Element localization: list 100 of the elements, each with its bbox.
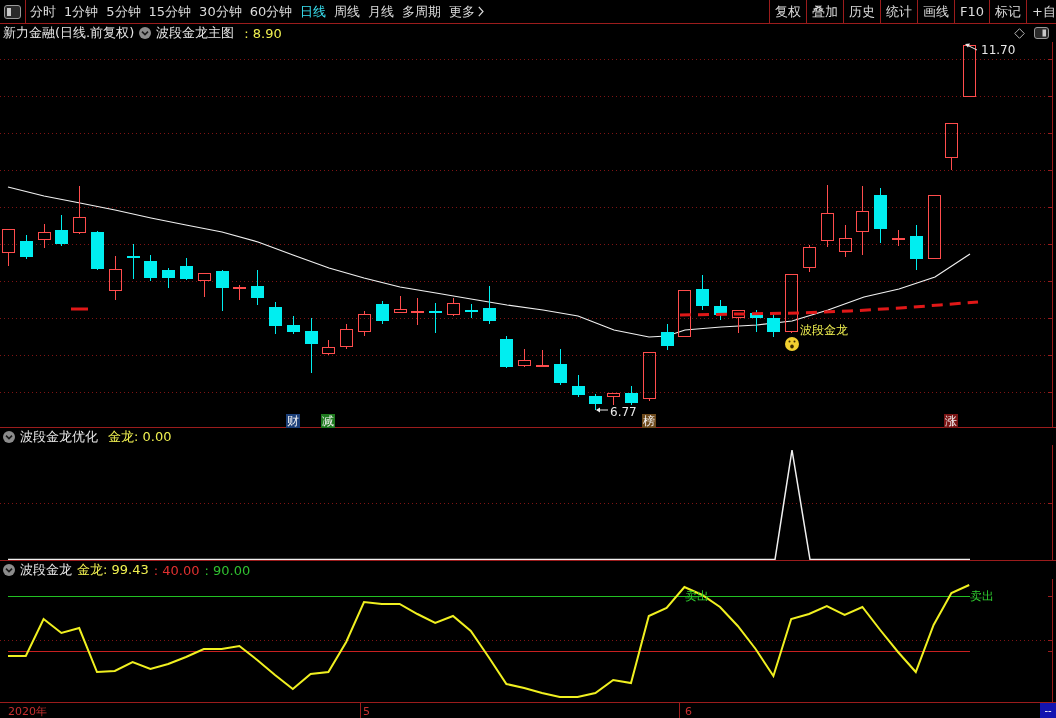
candlestick: [38, 223, 51, 249]
indicator-value: : 8.90: [244, 25, 282, 41]
date-axis-label: 2020年: [8, 705, 47, 718]
signal-label: 波段金龙: [800, 323, 848, 337]
candlestick: [625, 385, 638, 406]
event-tag: 榜: [642, 414, 656, 428]
candlestick: [251, 269, 264, 306]
indicator-name: 波段金龙: [20, 561, 72, 579]
event-tag: 财: [286, 414, 300, 428]
indicator-value: 金龙: 99.43: [77, 561, 149, 579]
candlestick: [180, 257, 193, 281]
candlestick: [821, 184, 834, 248]
candlestick: [643, 352, 656, 402]
candlestick: [928, 195, 941, 259]
toolbar-button[interactable]: 复权: [769, 0, 807, 23]
toolbar-button[interactable]: F10: [954, 0, 990, 23]
candlestick: [483, 285, 496, 325]
period-tab[interactable]: 30分钟: [197, 2, 244, 21]
candlestick: [358, 310, 371, 337]
toolbar-button[interactable]: 历史: [843, 0, 881, 23]
candlestick: [714, 299, 727, 321]
toolbar-button[interactable]: 叠加: [806, 0, 844, 23]
toolbar-button[interactable]: 标记: [989, 0, 1027, 23]
candlestick: [127, 243, 140, 280]
candlestick: [945, 123, 958, 171]
candlestick: [447, 297, 460, 317]
period-tab[interactable]: 月线: [366, 2, 397, 21]
sell-signal-label: 卖出: [970, 589, 994, 603]
candlestick: [322, 339, 335, 356]
candlestick: [856, 185, 869, 256]
candlestick: [661, 323, 674, 351]
candlestick: [376, 300, 389, 325]
candlestick: [305, 317, 318, 374]
candlestick: [785, 274, 798, 334]
event-tag: 涨: [944, 414, 958, 428]
panel-toggle-icon[interactable]: [1034, 27, 1049, 39]
candlestick: [216, 269, 229, 312]
stock-title: 新力金融(日线.前复权): [3, 24, 135, 42]
leader-arrow: [596, 407, 609, 413]
indicator-name: 波段金龙主图: [156, 24, 235, 42]
candlestick: [411, 297, 424, 326]
candlestick: [554, 348, 567, 386]
dropdown-icon[interactable]: [3, 430, 15, 443]
candlestick: [20, 234, 33, 260]
dropdown-icon[interactable]: [139, 27, 152, 39]
candlestick: [73, 185, 86, 235]
corner-button[interactable]: --: [1040, 703, 1056, 718]
high-price-label: 11.70: [981, 43, 1016, 57]
panel-toggle-icon[interactable]: [4, 4, 21, 19]
toolbar-button[interactable]: +自: [1026, 0, 1056, 23]
indicator-value: : 40.00: [153, 562, 200, 578]
candlestick: [607, 393, 620, 406]
candlestick: [198, 273, 211, 298]
period-tab[interactable]: 5分钟: [104, 2, 143, 21]
candlestick: [589, 393, 602, 411]
candlestick: [55, 214, 68, 247]
period-tab[interactable]: 1分钟: [62, 2, 101, 21]
candlestick: [340, 323, 353, 350]
period-tab[interactable]: 15分钟: [146, 2, 194, 21]
low-price-label: 6.77: [610, 405, 637, 419]
candlestick: [678, 290, 691, 337]
indicator-value: 金龙: 0.00: [108, 427, 172, 446]
dash-marker: [71, 307, 88, 311]
toolbar-button[interactable]: 画线: [917, 0, 955, 23]
candlestick: [696, 274, 709, 311]
candlestick: [109, 255, 122, 301]
candlestick: [91, 230, 104, 271]
period-tab[interactable]: 日线: [298, 2, 329, 21]
candlestick: [269, 301, 282, 335]
indicator-value: : 90.00: [204, 562, 251, 578]
more-menu-tab[interactable]: 更多: [447, 2, 487, 21]
chevron-icon: [478, 6, 485, 17]
date-axis-label: 6: [685, 705, 692, 718]
candlestick: [572, 374, 585, 398]
period-tab[interactable]: 分时: [28, 2, 58, 21]
candlestick: [732, 310, 745, 334]
candlestick: [287, 315, 300, 335]
candlestick: [874, 187, 887, 244]
candlestick: [394, 295, 407, 313]
candlestick: [963, 45, 976, 97]
candlestick: [144, 254, 157, 282]
dropdown-icon[interactable]: [3, 564, 15, 576]
candlestick: [839, 224, 852, 258]
toolbar-button[interactable]: 统计: [880, 0, 918, 23]
event-tag: 减: [321, 414, 335, 428]
smiley-icon: [785, 337, 799, 351]
period-tab[interactable]: 60分钟: [247, 2, 295, 21]
candlestick: [803, 244, 816, 273]
candlestick: [910, 224, 923, 271]
candlestick: [162, 267, 175, 289]
candlestick: [518, 348, 531, 368]
candlestick: [536, 349, 549, 367]
candlestick: [750, 309, 763, 333]
candlestick: [429, 302, 442, 334]
period-tab[interactable]: 周线: [332, 2, 363, 21]
diamond-icon[interactable]: [1014, 27, 1025, 39]
date-axis-label: 5: [363, 705, 370, 718]
period-tab[interactable]: 多周期: [400, 2, 444, 21]
candlestick: [233, 284, 246, 301]
candlestick: [767, 312, 780, 338]
